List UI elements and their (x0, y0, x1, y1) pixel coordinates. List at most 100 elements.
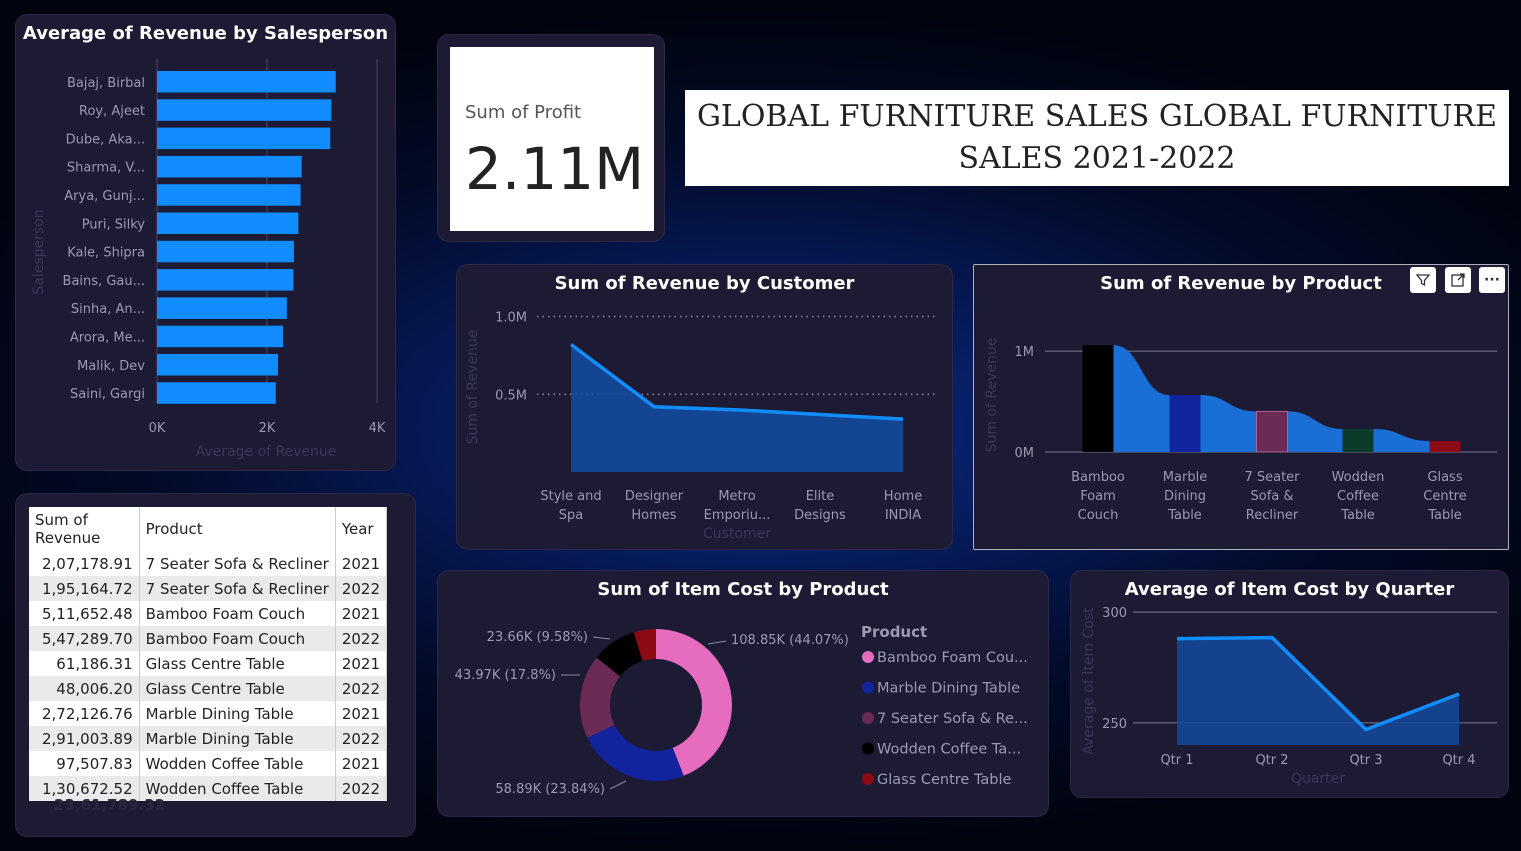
bar (1342, 428, 1374, 452)
item-cost-donut-chart: 108.85K (44.07%) 58.89K (23.84%) 43.97K (1… (455, 623, 1028, 797)
x-tick-label: Table (1427, 508, 1462, 523)
product-revenue-chart-card[interactable]: Sum of Revenue by Product ··· 0M 1M Bamboo… (973, 264, 1509, 550)
x-tick-label: Homes (631, 508, 676, 523)
quarter-chart-card[interactable]: Average of Item Cost by Quarter 250 300 Qt… (1070, 570, 1509, 798)
table-row[interactable]: 5,47,289.70 Bamboo Foam Couch 2022 (29, 626, 388, 651)
legend-label: Marble Dining Table (877, 681, 1020, 697)
product-revenue-ribbon-chart: 0M 1M Bamboo Foam Couch Marble Dining Table 7 Se… (984, 338, 1497, 523)
cell-product: Marble Dining Table (139, 726, 336, 751)
column-header-product[interactable]: Product (139, 507, 336, 551)
bar (157, 325, 283, 348)
x-tick-label: Table (1167, 508, 1202, 523)
cell-product: Wodden Coffee Table (139, 751, 336, 776)
ribbon (1200, 395, 1257, 452)
x-tick-label: Style and (540, 489, 601, 504)
cell-year: 2022 (335, 626, 388, 651)
salesperson-chart-card[interactable]: Average of Revenue by Salesperson 0K 2K 4K… (15, 14, 396, 471)
cell-product: Wodden Coffee Table (139, 776, 336, 801)
y-tick-label: 0M (1015, 446, 1035, 461)
x-tick-label: Bamboo (1071, 470, 1125, 485)
x-tick-label: Qtr 4 (1442, 753, 1475, 768)
bar (1429, 440, 1461, 452)
y-tick-label: Bains, Gau... (63, 274, 145, 289)
salesperson-bar-chart: 0K 2K 4K Bajaj, Birbal Roy, Ajeet Dube, Aka..… (31, 59, 386, 460)
ribbon (1373, 428, 1430, 452)
table-row[interactable]: 2,07,178.91 7 Seater Sofa & Recliner 2021 (29, 551, 388, 576)
ribbon (1287, 411, 1343, 452)
cell-revenue: 5,47,289.70 (29, 626, 140, 651)
y-axis-title: Average of Item Cost (1081, 607, 1097, 755)
area-fill (1177, 637, 1459, 745)
x-tick-label: 7 Seater (1244, 470, 1300, 485)
y-tick-label: 1M (1015, 345, 1035, 360)
x-tick-label: Marble (1163, 470, 1207, 485)
y-tick-label: Arora, Me... (70, 330, 145, 345)
y-tick-label: Sharma, V... (67, 161, 145, 176)
x-tick-label: 0K (149, 421, 166, 436)
customer-chart-card[interactable]: Sum of Revenue by Customer 0.5M 1.0M Style… (456, 264, 953, 550)
bar (157, 184, 301, 206)
item-cost-donut-card[interactable]: Sum of Item Cost by Product 108.85K (44.… (437, 570, 1049, 817)
bar (157, 240, 294, 263)
bar (157, 269, 294, 291)
column-header-year[interactable]: Year (335, 507, 388, 551)
x-tick-label: 4K (369, 421, 386, 436)
table-row[interactable]: 2,72,126.76 Marble Dining Table 2021 (29, 701, 388, 726)
x-tick-label: Designs (794, 508, 846, 523)
cell-product: 7 Seater Sofa & Recliner (139, 551, 336, 576)
dashboard-title: GLOBAL FURNITURE SALES GLOBAL FURNITURE … (685, 90, 1509, 186)
x-tick-label: Couch (1078, 508, 1119, 523)
y-tick-label: Arya, Gunj... (64, 189, 145, 204)
y-axis-title: Salesperson (31, 209, 47, 294)
table-row[interactable]: 1,95,164.72 7 Seater Sofa & Recliner 2022 (29, 576, 388, 601)
cell-product: Bamboo Foam Couch (139, 601, 336, 626)
cell-year: 2021 (335, 601, 388, 626)
table-row[interactable]: 61,186.31 Glass Centre Table 2021 (29, 651, 388, 676)
kpi-label: Sum of Profit (465, 102, 582, 123)
x-tick-label: Spa (559, 508, 583, 523)
x-tick-label: Qtr 2 (1255, 753, 1288, 768)
kpi-card[interactable]: Sum of Profit 2.11M (437, 34, 665, 242)
x-tick-label: 2K (259, 421, 276, 436)
cell-year: 2022 (335, 726, 388, 751)
x-tick-label: Centre (1423, 489, 1466, 504)
table-row[interactable]: 48,006.20 Glass Centre Table 2022 (29, 676, 388, 701)
cell-revenue: 97,507.83 (29, 751, 140, 776)
x-tick-label: Designer (625, 489, 684, 504)
revenue-table-card[interactable]: Sum of Revenue Product Year 2,07,178.91 7… (15, 493, 416, 837)
cell-year: 2021 (335, 551, 388, 576)
y-tick-label: Saini, Gargi (70, 387, 145, 402)
bar (157, 127, 331, 150)
x-tick-label: Recliner (1246, 508, 1299, 523)
table-row[interactable]: 5,11,652.48 Bamboo Foam Couch 2021 (29, 601, 388, 626)
x-axis-title: Average of Revenue (196, 444, 337, 460)
table-row[interactable]: 2,91,003.89 Marble Dining Table 2022 (29, 726, 388, 751)
bar (157, 99, 332, 121)
x-tick-label: Elite (806, 489, 835, 504)
customer-area-chart: 0.5M 1.0M Style and Spa Designer Homes Metro Em… (465, 311, 937, 542)
x-tick-label: Qtr 3 (1349, 753, 1382, 768)
x-tick-label: Foam (1080, 489, 1116, 504)
quarter-area-chart: 250 300 Qtr 1 Qtr 2 Qtr 3 Qtr 4 Quarter Average… (1081, 606, 1497, 787)
bar (157, 71, 336, 93)
x-axis-title: Customer (703, 526, 771, 542)
y-tick-label: 1.0M (495, 311, 527, 326)
y-tick-label: 0.5M (495, 388, 527, 403)
cell-year: 2021 (335, 751, 388, 776)
leader-line (707, 640, 727, 645)
cell-product: Bamboo Foam Couch (139, 626, 336, 651)
bar (157, 382, 276, 404)
x-tick-label: Coffee (1337, 489, 1379, 504)
bar (157, 354, 278, 376)
legend-marker (862, 773, 874, 785)
cell-revenue: 5,11,652.48 (29, 601, 140, 626)
column-header-revenue[interactable]: Sum of Revenue (29, 507, 140, 551)
table-header-row: Sum of Revenue Product Year (29, 507, 388, 551)
legend-marker (862, 742, 874, 755)
y-tick-label: 300 (1102, 606, 1127, 621)
kpi-value: 2.11M (465, 135, 645, 203)
table-total: 23,61,789.32 (54, 796, 166, 814)
legend-marker (862, 651, 874, 663)
legend-label: 7 Seater Sofa & Re... (877, 711, 1028, 727)
table-row[interactable]: 97,507.83 Wodden Coffee Table 2021 (29, 751, 388, 776)
